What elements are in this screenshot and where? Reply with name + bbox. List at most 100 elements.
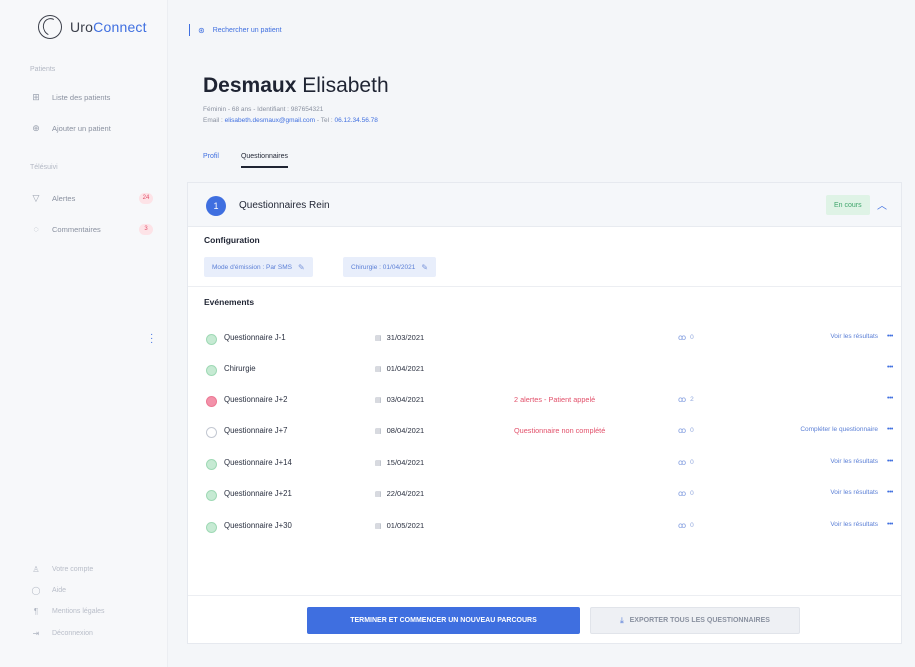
sidebar-item-label: Commentaires [52, 224, 101, 234]
more-options-icon[interactable]: ••• [887, 426, 893, 433]
divider [188, 286, 901, 287]
patient-search[interactable]: ⊛ Rechercher un patient [189, 24, 282, 36]
help-icon: ◯ [31, 585, 41, 595]
event-date-value: 31/03/2021 [386, 333, 425, 342]
card-header[interactable]: 1 Questionnaires Rein En cours ︿ [188, 183, 901, 227]
patient-last-name: Desmaux [203, 74, 297, 97]
event-date-value: 03/04/2021 [386, 395, 425, 404]
event-name: Questionnaire J+2 [224, 395, 288, 404]
card-footer: TERMINER ET COMMENCER UN NOUVEAU PARCOUR… [188, 595, 901, 645]
event-action-link[interactable]: Voir les résultats [758, 489, 878, 496]
comment-icon: ꝏ [678, 395, 687, 404]
event-comments[interactable]: ꝏ0 [678, 333, 694, 342]
event-date-value: 08/04/2021 [386, 426, 425, 435]
legal-icon: ¶ [33, 606, 39, 616]
sidebar-item-label: Alertes [52, 193, 76, 203]
sidebar-item-label: Déconnexion [52, 629, 93, 637]
comment-count: 0 [690, 490, 694, 497]
topbar: ⊛ Rechercher un patient [169, 0, 915, 58]
event-date: ▤ 08/04/2021 [375, 426, 424, 435]
sidebar-item-alerts[interactable]: ▽ Alertes 24 [30, 189, 153, 207]
alerts-count-badge: 24 [139, 192, 153, 204]
event-comments[interactable]: ꝏ2 [678, 395, 694, 404]
tab-questionnaires[interactable]: Questionnaires [240, 153, 289, 168]
finish-and-new-journey-button[interactable]: TERMINER ET COMMENCER UN NOUVEAU PARCOUR… [307, 607, 580, 634]
more-options-icon[interactable]: ••• [887, 395, 893, 402]
event-date: ▤ 22/04/2021 [375, 489, 424, 498]
more-options-icon[interactable]: ••• [887, 489, 893, 496]
event-status-icon [206, 459, 217, 470]
status-badge: En cours [826, 195, 870, 215]
more-options-icon[interactable]: ••• [887, 458, 893, 465]
search-label: Rechercher un patient [212, 26, 282, 34]
table-row: Chirurgie ▤ 01/04/2021 ••• [188, 360, 901, 382]
sidebar-item-legal[interactable]: ¶ Mentions légales [30, 604, 105, 618]
chip-label: Chirurgie : 01/04/2021 [351, 263, 416, 271]
chip-label: Mode d'émission : Par SMS [212, 263, 292, 271]
comment-count: 0 [690, 427, 694, 434]
sidebar-item-patient-list[interactable]: ⊞ Liste des patients [30, 88, 153, 106]
comment-icon: ꝏ [678, 426, 687, 435]
add-patient-icon: ⊕ [32, 122, 40, 133]
comments-count-badge: 3 [139, 223, 153, 235]
comment-icon: ◌ [33, 224, 39, 234]
sidebar-item-add-patient[interactable]: ⊕ Ajouter un patient [30, 119, 153, 137]
search-divider [189, 24, 190, 36]
calendar-icon: ▤ [375, 396, 382, 404]
calendar-icon: ▤ [375, 365, 382, 373]
sidebar-section-telesuivi: Télésuivi [30, 164, 58, 171]
sidebar-item-label: Mentions légales [52, 607, 105, 615]
brand-logo[interactable]: UroConnect [38, 14, 147, 40]
more-options-icon[interactable]: ••• [887, 333, 893, 340]
sidebar-toggle-icon[interactable]: · · · [150, 330, 153, 348]
patient-tabs: Profil Questionnaires [203, 153, 289, 168]
event-status-icon [206, 396, 217, 407]
calendar-icon: ▤ [375, 427, 382, 435]
sidebar-item-label: Aide [52, 586, 67, 594]
more-options-icon[interactable]: ••• [887, 521, 893, 528]
config-chip-emission-mode[interactable]: Mode d'émission : Par SMS ✎ [204, 257, 313, 277]
event-comments[interactable]: ꝏ0 [678, 426, 694, 435]
event-date: ▤ 01/05/2021 [375, 521, 424, 530]
sidebar-item-logout[interactable]: ⇥ Déconnexion [30, 626, 93, 640]
table-row: Questionnaire J-1 ▤ 31/03/2021 ꝏ 0 Voir les r… [188, 329, 901, 351]
sidebar-item-help[interactable]: ◯ Aide [30, 583, 67, 597]
event-status-icon [206, 490, 217, 501]
event-action-link[interactable]: Voir les résultats [758, 521, 878, 528]
patient-email-link[interactable]: elisabeth.desmaux@gmail.com [225, 117, 315, 124]
patient-phone-link[interactable]: 06.12.34.56.78 [334, 117, 377, 124]
event-comments[interactable]: ꝏ0 [678, 458, 694, 467]
tab-profile[interactable]: Profil [203, 153, 219, 168]
event-comments[interactable]: ꝏ0 [678, 489, 694, 498]
event-date: ▤ 31/03/2021 [375, 333, 424, 342]
chevron-up-icon[interactable]: ︿ [871, 193, 893, 215]
config-chip-surgery-date[interactable]: Chirurgie : 01/04/2021 ✎ [343, 257, 437, 277]
event-comments[interactable]: ꝏ0 [678, 521, 694, 530]
logo-icon [38, 15, 62, 39]
event-action-link[interactable]: Voir les résultats [758, 333, 878, 340]
sidebar-item-comments[interactable]: ◌ Commentaires 3 [30, 220, 153, 238]
more-options-icon[interactable]: ••• [887, 364, 893, 371]
pencil-icon: ✎ [298, 262, 305, 272]
comment-icon: ꝏ [678, 458, 687, 467]
sidebar-item-account[interactable]: ♙ Votre compte [30, 562, 93, 576]
event-date: ▤ 15/04/2021 [375, 458, 424, 467]
calendar-icon: ▤ [375, 490, 382, 498]
event-status-icon [206, 365, 217, 376]
event-date-value: 01/04/2021 [386, 364, 425, 373]
event-name: Questionnaire J+14 [224, 458, 292, 467]
button-label: EXPORTER TOUS LES QUESTIONNAIRES [629, 617, 770, 624]
logout-icon: ⇥ [32, 628, 40, 638]
event-name: Questionnaire J-1 [224, 333, 286, 342]
comment-count: 0 [690, 334, 694, 341]
export-questionnaires-button[interactable]: ⤓ EXPORTER TOUS LES QUESTIONNAIRES [590, 607, 800, 634]
event-action-link[interactable]: Compléter le questionnaire [758, 426, 878, 433]
event-date-value: 15/04/2021 [386, 458, 425, 467]
patient-contact: Email : elisabeth.desmaux@gmail.com - Te… [203, 117, 378, 124]
event-action-link[interactable]: Voir les résultats [758, 458, 878, 465]
configuration-label: Configuration [204, 235, 260, 245]
comment-count: 2 [690, 396, 694, 403]
alert-icon: ▽ [32, 192, 40, 203]
search-icon: ⊛ [198, 25, 205, 35]
tel-label: - Tel : [315, 117, 335, 124]
